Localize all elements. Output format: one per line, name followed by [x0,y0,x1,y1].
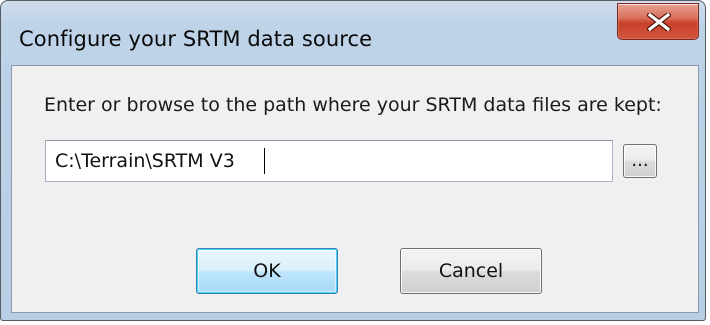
ok-button[interactable]: OK [196,248,338,294]
dialog-window: Configure your SRTM data source Enter or… [0,0,706,321]
cancel-button[interactable]: Cancel [400,248,542,294]
close-button[interactable] [617,3,699,40]
dialog-body: Enter or browse to the path where your S… [11,65,699,313]
path-prompt-label: Enter or browse to the path where your S… [44,94,662,116]
browse-button[interactable]: ... [623,144,657,178]
window-title: Configure your SRTM data source [19,27,373,51]
text-caret [264,148,265,174]
close-x-icon [647,13,671,31]
path-input[interactable] [45,140,613,182]
